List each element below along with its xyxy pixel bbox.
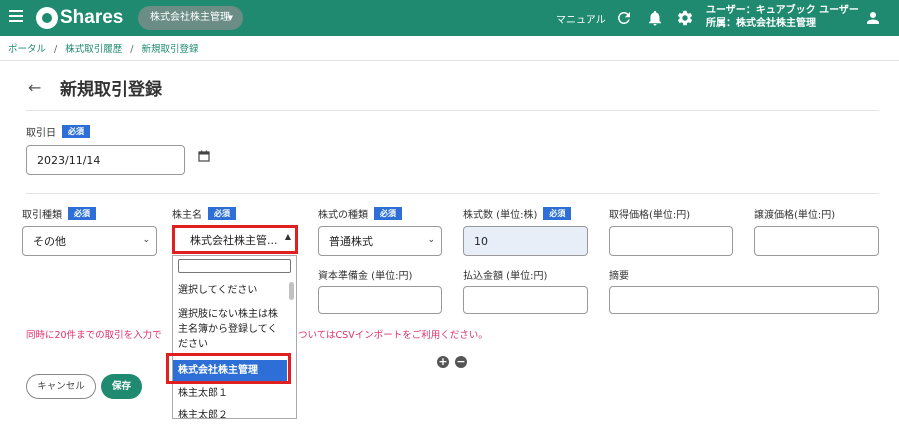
transfer-price-input[interactable] [754, 226, 879, 256]
logo-mark-icon [36, 7, 58, 29]
hamburger-menu-icon[interactable] [9, 10, 23, 26]
dropdown-option[interactable]: 株主太郎２ [173, 408, 287, 418]
summary-input[interactable] [609, 286, 879, 314]
trade-type-select[interactable]: その他 ⌄ [22, 226, 157, 256]
page-title: 新規取引登録 [60, 80, 162, 100]
share-count-label-text: 株式数 (単位:株) [463, 210, 538, 221]
trade-date-label: 取引日 必須 [26, 124, 90, 139]
scrollbar-thumb[interactable] [289, 282, 294, 300]
trade-type-label-text: 取引種類 [22, 210, 62, 221]
required-badge: 必須 [62, 125, 90, 138]
app-logo[interactable]: Shares [36, 6, 123, 30]
shareholder-dropdown[interactable]: 選択してください 選択肢にない株主は株 主名簿から登録してく ださい 株式会社株… [172, 255, 297, 419]
calendar-icon[interactable] [198, 150, 210, 162]
transfer-price-label-text: 譲渡価格(単位:円) [754, 210, 836, 221]
stock-type-value: 普通株式 [329, 235, 373, 248]
trade-type-label: 取引種類 必須 [22, 206, 96, 221]
share-count-value: 10 [474, 234, 488, 248]
refresh-icon[interactable] [615, 9, 633, 27]
row-limit-notice: 同時に20件までの取引を入力で ついてはCSVインポートをご利用ください。 [26, 327, 488, 341]
notice-text-b: ついてはCSVインポートをご利用ください。 [298, 330, 488, 341]
share-count-label: 株式数 (単位:株) 必須 [463, 206, 572, 221]
trade-date-value: 2023/11/14 [37, 153, 101, 167]
breadcrumb-portal[interactable]: ポータル [8, 44, 46, 55]
save-button[interactable]: 保存 [101, 374, 142, 399]
breadcrumb-divider [0, 60, 899, 61]
required-badge: 必須 [68, 207, 96, 220]
notice-text-a: 同時に20件までの取引を入力で [26, 330, 162, 341]
shareholder-highlight [172, 225, 298, 254]
paid-in-amount-label-text: 払込金額 (単位:円) [463, 271, 548, 282]
paid-in-amount-input[interactable] [463, 286, 588, 314]
dropdown-option[interactable]: 株主太郎１ [173, 386, 287, 401]
caret-down-icon: ▼ [227, 14, 233, 22]
user-info: ユーザー：キュアブック ユーザー 所属：株式会社株主管理 [706, 4, 859, 30]
selected-option-highlight [166, 353, 291, 384]
user-affiliation: 所属：株式会社株主管理 [706, 18, 816, 29]
company-selector-label: 株式会社株主管理 [150, 12, 230, 23]
stock-type-label-text: 株式の種類 [318, 210, 368, 221]
acquisition-price-label-text: 取得価格(単位:円) [609, 210, 691, 221]
dropdown-scrollbar[interactable] [288, 278, 295, 418]
paid-in-amount-label: 払込金額 (単位:円) [463, 267, 547, 282]
required-badge: 必須 [374, 207, 402, 220]
cancel-button[interactable]: キャンセル [26, 374, 96, 399]
add-row-icon[interactable]: + [437, 356, 449, 368]
back-arrow-icon[interactable]: ← [28, 78, 41, 97]
top-bar: Shares 株式会社株主管理 ▼ マニュアル ユーザー：キュアブック ユーザー… [0, 0, 899, 36]
trade-date-input[interactable]: 2023/11/14 [26, 145, 185, 175]
summary-label-text: 摘要 [609, 271, 629, 282]
breadcrumb: ポータル / 株式取引履歴 / 新規取引登録 [8, 41, 198, 55]
capital-reserve-label: 資本準備金 (単位:円) [318, 267, 412, 282]
acquisition-price-label: 取得価格(単位:円) [609, 206, 690, 221]
stock-type-label: 株式の種類 必須 [318, 206, 402, 221]
account-icon[interactable] [864, 9, 882, 27]
logo-text: Shares [60, 7, 124, 28]
capital-reserve-label-text: 資本準備金 (単位:円) [318, 271, 413, 282]
bell-icon[interactable] [646, 9, 664, 27]
transfer-price-label: 譲渡価格(単位:円) [754, 206, 835, 221]
company-selector[interactable]: 株式会社株主管理 ▼ [138, 6, 243, 30]
breadcrumb-trade-history[interactable]: 株式取引履歴 [65, 44, 122, 55]
chevron-down-icon: ⌄ [142, 235, 150, 245]
shareholder-label-text: 株主名 [172, 210, 202, 221]
title-divider [26, 110, 879, 111]
stock-type-select[interactable]: 普通株式 ⌄ [318, 226, 442, 256]
manual-link[interactable]: マニュアル [556, 11, 606, 26]
section-divider [26, 193, 879, 194]
dropdown-option[interactable]: ださい [173, 337, 287, 352]
gear-icon[interactable] [676, 9, 694, 27]
dropdown-option[interactable]: 選択してください [173, 283, 287, 298]
remove-row-icon[interactable]: − [455, 356, 467, 368]
share-count-input[interactable]: 10 [463, 226, 588, 256]
acquisition-price-input[interactable] [609, 226, 733, 256]
trade-type-value: その他 [33, 235, 66, 248]
chevron-down-icon: ⌄ [427, 235, 435, 245]
shareholder-label: 株主名 必須 [172, 206, 236, 221]
required-badge: 必須 [208, 207, 236, 220]
breadcrumb-separator: / [54, 44, 58, 55]
breadcrumb-new-trade[interactable]: 新規取引登録 [141, 44, 198, 55]
summary-label: 摘要 [609, 267, 629, 282]
dropdown-search-input[interactable] [178, 259, 291, 273]
dropdown-option[interactable]: 選択肢にない株主は株 [173, 307, 287, 322]
dropdown-option[interactable]: 主名簿から登録してく [173, 322, 287, 337]
user-name: ユーザー：キュアブック ユーザー [706, 5, 859, 16]
capital-reserve-input[interactable] [318, 286, 442, 314]
trade-date-label-text: 取引日 [26, 128, 56, 139]
required-badge: 必須 [543, 207, 572, 220]
breadcrumb-separator: / [130, 44, 134, 55]
